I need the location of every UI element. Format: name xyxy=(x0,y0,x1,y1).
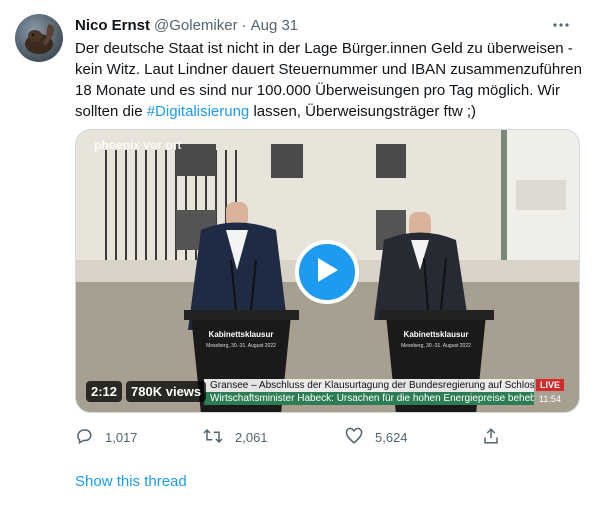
share-icon xyxy=(482,427,512,448)
views-badge: 780K views xyxy=(126,381,207,402)
retweet-button[interactable]: 2,061 xyxy=(203,427,268,447)
tweet-text: Der deutsche Staat ist nicht in der Lage… xyxy=(75,38,583,122)
video-player[interactable]: phoenix vor ort Kabinettsklausur Meseber… xyxy=(75,129,580,413)
news-ticker: Gransee – Abschluss der Klausurtagung de… xyxy=(204,379,534,405)
podium-sub: Meseberg, 30.-31. August 2022 xyxy=(401,343,471,349)
ticker-subline: Wirtschaftsminister Habeck: Ursachen für… xyxy=(204,392,534,405)
tweet-text-line: Der deutsche Staat ist nicht in der Lage… xyxy=(75,40,573,57)
show-thread-link[interactable]: Show this thread xyxy=(75,473,187,490)
hashtag-link[interactable]: #Digitalisierung xyxy=(147,103,250,120)
channel-logo: phoenix vor ort xyxy=(94,138,182,152)
author-name[interactable]: Nico Ernst xyxy=(75,17,150,34)
tweet-text-line: sollten die #Digitalisierung lassen, Übe… xyxy=(75,101,583,122)
retweet-count: 2,061 xyxy=(235,429,268,445)
tweet-actions: 1,017 2,061 5,624 xyxy=(75,427,505,447)
ticker-headline: Gransee – Abschluss der Klausurtagung de… xyxy=(204,379,534,392)
podium-label: Kabinettsklausur xyxy=(403,330,469,339)
video-badges: 2:12 780K views xyxy=(86,381,207,402)
like-count: 5,624 xyxy=(375,429,408,445)
live-badge: LIVE xyxy=(536,379,565,391)
tweet-text-line: 18 Monate und es sind nur 100.000 Überwe… xyxy=(75,82,561,99)
tweet-header: Nico Ernst @Golemiker · Aug 31 xyxy=(75,14,585,36)
separator: · xyxy=(241,16,247,34)
tweet: Nico Ernst @Golemiker · Aug 31 Der deuts… xyxy=(0,0,595,505)
author-handle[interactable]: @Golemiker xyxy=(154,17,238,34)
retweet-icon xyxy=(203,427,235,448)
play-button[interactable] xyxy=(295,240,359,304)
text-fragment: lassen, Überweisungsträger ftw ;) xyxy=(249,103,477,120)
reply-icon xyxy=(75,427,105,448)
tweet-date[interactable]: Aug 31 xyxy=(251,17,299,34)
heart-icon xyxy=(345,427,375,448)
podium-label: Kabinettsklausur xyxy=(208,330,274,339)
play-icon xyxy=(314,256,340,289)
reply-button[interactable]: 1,017 xyxy=(75,427,138,447)
text-fragment: sollten die xyxy=(75,103,147,120)
broadcast-clock: 11:54 xyxy=(539,394,561,404)
more-horizontal-icon[interactable] xyxy=(551,14,571,36)
like-button[interactable]: 5,624 xyxy=(345,427,408,447)
tweet-text-line: kein Witz. Laut Lindner dauert Steuernum… xyxy=(75,61,582,78)
share-button[interactable] xyxy=(482,427,512,447)
podium-sub: Meseberg, 30.-31. August 2022 xyxy=(206,343,276,349)
reply-count: 1,017 xyxy=(105,429,138,445)
duration-badge: 2:12 xyxy=(86,381,123,402)
avatar[interactable] xyxy=(15,14,63,62)
